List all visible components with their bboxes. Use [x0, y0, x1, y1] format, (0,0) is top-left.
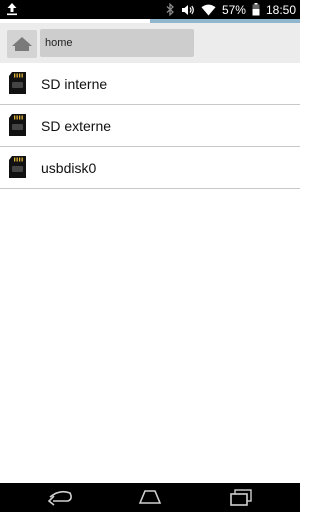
sd-card-icon	[9, 156, 26, 178]
home-button[interactable]	[7, 30, 37, 58]
list-item-label: usbdisk0	[41, 160, 97, 176]
recent-apps-icon[interactable]	[229, 487, 253, 507]
list-item-label: SD interne	[41, 76, 108, 92]
path-bar: home	[0, 23, 300, 63]
bluetooth-icon	[166, 3, 174, 16]
battery-percent: 57%	[221, 2, 246, 17]
status-bar: 57% 18:50	[0, 0, 300, 19]
upload-icon	[7, 3, 17, 16]
path-crumb-home[interactable]: home	[40, 29, 194, 57]
storage-list: SD interne SD externe usbdisk0	[0, 63, 300, 189]
navigation-bar	[0, 483, 300, 512]
battery-icon	[252, 3, 260, 16]
sd-card-icon	[9, 72, 26, 94]
sd-card-icon	[9, 114, 26, 136]
home-icon	[12, 37, 32, 51]
list-item-label: SD externe	[41, 118, 112, 134]
list-item[interactable]: SD externe	[0, 105, 300, 147]
wifi-icon	[201, 4, 216, 15]
clock: 18:50	[265, 2, 296, 17]
home-nav-icon[interactable]	[138, 487, 162, 507]
list-item[interactable]: SD interne	[0, 63, 300, 105]
vibrate-icon	[181, 4, 194, 15]
back-icon[interactable]	[46, 487, 74, 507]
list-item[interactable]: usbdisk0	[0, 147, 300, 189]
